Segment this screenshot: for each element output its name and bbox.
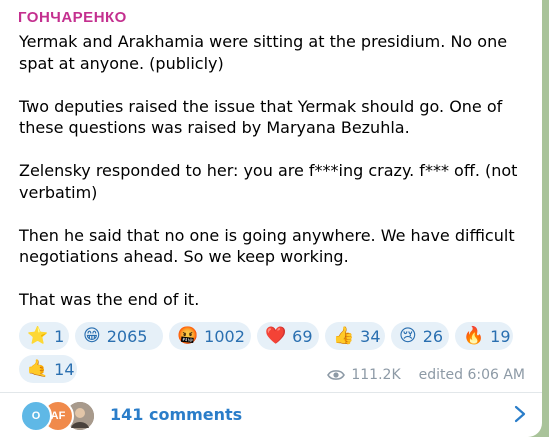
reaction-count: 34 <box>360 326 381 346</box>
message-text: Yermak and Arakhamia were sitting at the… <box>19 31 529 332</box>
reaction-count: 69 <box>292 326 313 346</box>
message-paragraph: Yermak and Arakhamia were sitting at the… <box>19 32 508 73</box>
reaction-fire[interactable]: 🔥 19 <box>455 322 513 350</box>
message-bubble: ГОНЧАРЕНКО Yermak and Arakhamia were sit… <box>0 0 542 437</box>
chevron-right-icon <box>514 405 526 423</box>
comments-button[interactable]: O AF 141 comments <box>0 393 542 437</box>
star-icon: ⭐ <box>27 325 49 346</box>
thumbs-up-icon: 👍 <box>333 325 355 346</box>
reaction-call-me-hand[interactable]: 🤙 14 <box>19 355 77 383</box>
message-paragraph: Two deputies raised the issue that Yerma… <box>19 96 503 138</box>
call-me-hand-icon: 🤙 <box>27 358 49 379</box>
reaction-cursing[interactable]: 🤬 1002 <box>169 322 251 350</box>
fire-icon: 🔥 <box>463 325 485 346</box>
reaction-count: 26 <box>422 326 444 346</box>
cursing-face-icon: 🤬 <box>177 325 199 346</box>
reaction-heart[interactable]: ❤️ 69 <box>257 322 319 350</box>
message-paragraph: That was the end of it. <box>19 290 200 309</box>
reaction-count: 1 <box>54 326 65 346</box>
view-count: 111.2K <box>351 367 401 383</box>
reaction-star[interactable]: ⭐ 1 <box>19 322 69 350</box>
reaction-count: 14 <box>54 359 75 379</box>
grin-icon: 😁 <box>83 325 101 346</box>
reaction-grin[interactable]: 😁 2065 <box>75 322 163 350</box>
reaction-count: 1002 <box>204 326 245 346</box>
commenter-avatars: O AF <box>20 400 110 432</box>
message-paragraph: Zelensky responded to her: you are f***i… <box>19 161 518 202</box>
comments-label: 141 comments <box>110 405 243 424</box>
edited-timestamp: edited 6:06 AM <box>418 367 525 383</box>
message-meta: 111.2K edited 6:06 AM <box>327 367 525 383</box>
heart-icon: ❤️ <box>265 325 287 346</box>
reaction-count: 2065 <box>106 326 148 346</box>
reaction-crying[interactable]: 😢 26 <box>391 322 449 350</box>
avatar: O <box>20 400 52 432</box>
sender-name[interactable]: ГОНЧАРЕНКО <box>18 9 127 26</box>
reaction-thumbs-up[interactable]: 👍 34 <box>325 322 385 350</box>
crying-face-icon: 😢 <box>399 325 417 346</box>
eye-icon <box>327 370 346 380</box>
reaction-count: 19 <box>490 326 511 346</box>
message-paragraph: Then he said that no one is going anywhe… <box>19 225 515 267</box>
